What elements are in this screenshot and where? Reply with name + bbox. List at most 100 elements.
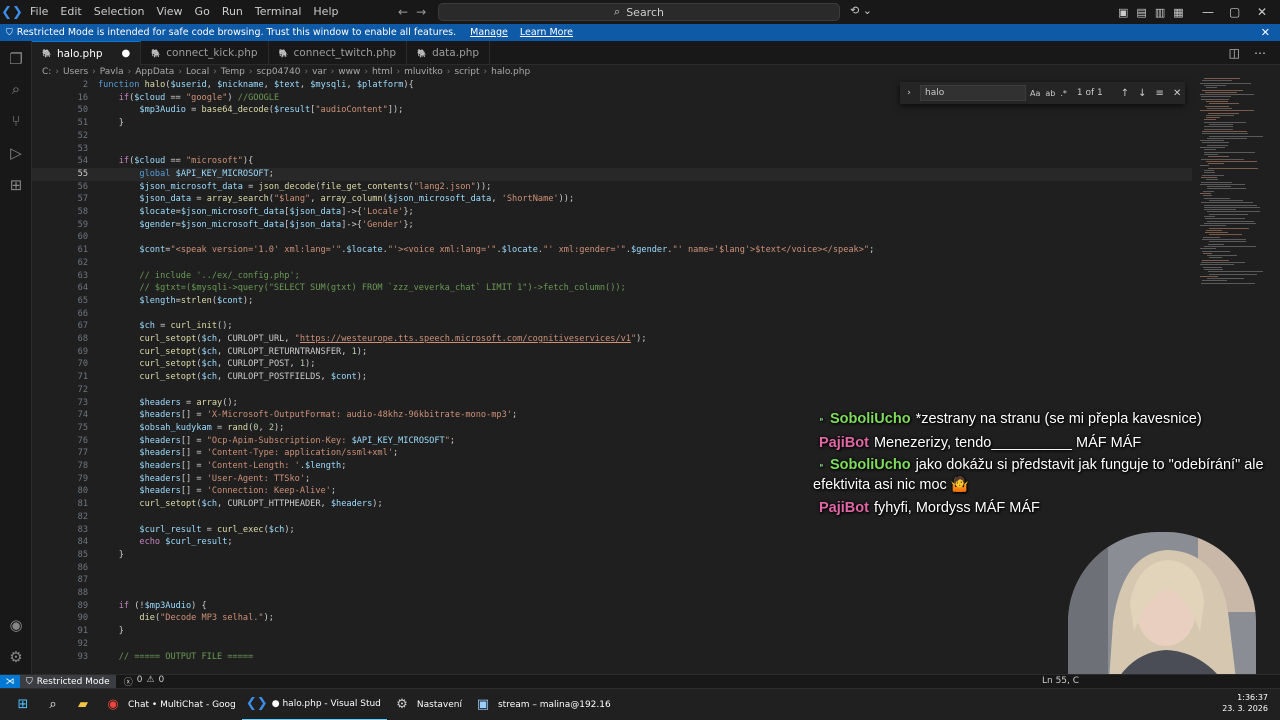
code-line[interactable]: 60 [32, 231, 1192, 244]
taskbar-item[interactable]: ❮❯ ● halo.php - Visual Stud [241, 689, 387, 720]
breadcrumb-item[interactable]: scp04740 [256, 67, 300, 77]
customize-layout-icon[interactable]: ▦ [1173, 6, 1183, 19]
code-line[interactable]: 64 // $gtxt=($mysqli->query("SELECT SUM(… [32, 282, 1192, 295]
code-line[interactable]: 63 // include '../ex/_config.php'; [32, 270, 1192, 283]
find-in-selection-icon[interactable]: ≡ [1156, 88, 1164, 99]
menu-file[interactable]: File [24, 0, 54, 24]
breadcrumb-item[interactable]: var [312, 67, 327, 77]
explorer-icon[interactable]: ❐ [0, 47, 32, 71]
menu-view[interactable]: View [150, 0, 188, 24]
code-line[interactable]: 73 $headers = array(); [32, 397, 1192, 410]
menu-edit[interactable]: Edit [54, 0, 87, 24]
run-debug-icon[interactable]: ▷ [0, 141, 32, 165]
next-match-arrow-icon[interactable]: ↓ [1138, 88, 1146, 99]
breadcrumb-item[interactable]: mluvitko [404, 67, 443, 77]
code-line[interactable]: 68 curl_setopt($ch, CURLOPT_URL, "https:… [32, 333, 1192, 346]
breadcrumb-item[interactable]: Local [186, 67, 209, 77]
system-clock[interactable]: 1:36:37 23. 3. 2026 [1222, 692, 1268, 714]
menu-help[interactable]: Help [307, 0, 344, 24]
code-line[interactable]: 61 $cont="<speak version='1.0' xml:lang=… [32, 244, 1192, 257]
code-line[interactable]: 67 $ch = curl_init(); [32, 320, 1192, 333]
copilot-icon[interactable]: ⟲ ⌄ [850, 4, 872, 17]
code-line[interactable]: 54 if($cloud == "microsoft"){ [32, 155, 1192, 168]
extensions-icon[interactable]: ⊞ [0, 173, 32, 197]
search-icon[interactable]: ⌕ [0, 77, 32, 101]
code-line[interactable]: 88 [32, 587, 1192, 600]
toggle-replace-chevron-icon[interactable]: › [900, 88, 918, 98]
taskbar-item[interactable]: ▣ stream – malina@192.16 [468, 689, 617, 720]
code-line[interactable]: 50 $mp3Audio = base64_decode($result["au… [32, 104, 1192, 117]
problems-indicator[interactable]: ⓧ 0 ⚠ 0 [124, 675, 165, 688]
code-line[interactable]: 65 $length=strlen($cont); [32, 295, 1192, 308]
code-line[interactable]: 72 [32, 384, 1192, 397]
code-line[interactable]: 83 $curl_result = curl_exec($ch); [32, 524, 1192, 537]
code-line[interactable]: 66 [32, 308, 1192, 321]
menu-run[interactable]: Run [216, 0, 249, 24]
code-line[interactable]: 62 [32, 257, 1192, 270]
code-line[interactable]: 59 $gender=$json_microsoft_data[$json_da… [32, 219, 1192, 232]
breadcrumb-item[interactable]: Pavla [100, 67, 124, 77]
taskbar-item[interactable]: ⚙ Nastavení [387, 689, 468, 720]
code-line[interactable]: 93 // ===== OUTPUT FILE ===== [32, 651, 1192, 664]
taskbar-item[interactable]: ▰ [68, 689, 98, 720]
code-line[interactable]: 85 } [32, 549, 1192, 562]
remote-indicator-icon[interactable]: ⋊ [0, 674, 20, 689]
code-line[interactable]: 70 curl_setopt($ch, CURLOPT_POST, 1); [32, 358, 1192, 371]
tab-data-php[interactable]: 🐘 data.php [407, 41, 491, 65]
breadcrumb-item[interactable]: Users [63, 67, 88, 77]
breadcrumb-item[interactable]: halo.php [491, 67, 530, 77]
previous-match-arrow-icon[interactable]: ↑ [1121, 88, 1129, 99]
code-line[interactable]: 89 if (!$mp3Audio) { [32, 600, 1192, 613]
code-line[interactable]: 90 die("Decode MP3 selhal."); [32, 612, 1192, 625]
match-case-toggle[interactable]: Aa [1030, 89, 1040, 98]
code-line[interactable]: 92 [32, 638, 1192, 651]
code-line[interactable]: 55 global $API_KEY_MICROSOFT; [32, 167, 1192, 181]
unsaved-dot-icon[interactable]: ● [122, 48, 131, 59]
minimize-icon[interactable]: — [1202, 0, 1214, 24]
code-line[interactable]: 84 echo $curl_result; [32, 536, 1192, 549]
breadcrumb-item[interactable]: Temp [221, 67, 245, 77]
manage-link[interactable]: Manage [470, 27, 508, 38]
breadcrumb-item[interactable]: www [338, 67, 360, 77]
account-icon[interactable]: ◉ [0, 613, 32, 637]
breadcrumb-item[interactable]: AppData [135, 67, 174, 77]
code-line[interactable]: 69 curl_setopt($ch, CURLOPT_RETURNTRANSF… [32, 346, 1192, 359]
menu-go[interactable]: Go [189, 0, 216, 24]
split-editor-icon[interactable]: ◫ [1229, 46, 1240, 60]
close-banner-icon[interactable]: ✕ [1261, 24, 1270, 41]
maximize-icon[interactable]: ▢ [1229, 0, 1240, 24]
breadcrumb-item[interactable]: html [372, 67, 393, 77]
breadcrumb-item[interactable]: script [454, 67, 479, 77]
code-line[interactable]: 71 curl_setopt($ch, CURLOPT_POSTFIELDS, … [32, 371, 1192, 384]
code-line[interactable]: 51 } [32, 117, 1192, 130]
minimap[interactable] [1196, 78, 1276, 298]
code-line[interactable]: 56 $json_microsoft_data = json_decode(fi… [32, 181, 1192, 194]
menu-terminal[interactable]: Terminal [249, 0, 308, 24]
command-center-search[interactable]: ⌕ Search [438, 3, 840, 21]
toggle-primary-sidebar-icon[interactable]: ▣ [1118, 6, 1128, 19]
manage-gear-icon[interactable]: ⚙ [0, 645, 32, 669]
find-input[interactable]: halo [920, 85, 1026, 101]
code-line[interactable]: 53 [32, 143, 1192, 156]
source-control-icon[interactable]: ⑂ [0, 109, 32, 133]
whole-word-toggle[interactable]: ab [1045, 89, 1055, 98]
taskbar-item[interactable]: ⌕ [38, 689, 68, 720]
breadcrumb-item[interactable]: C: [42, 67, 51, 77]
back-arrow-icon[interactable]: ← [398, 5, 408, 19]
taskbar-item[interactable]: ⊞ [8, 689, 38, 720]
menu-selection[interactable]: Selection [88, 0, 151, 24]
regex-toggle[interactable]: .* [1060, 89, 1067, 98]
toggle-secondary-sidebar-icon[interactable]: ▥ [1155, 6, 1165, 19]
code-line[interactable]: 52 [32, 130, 1192, 143]
code-line[interactable]: 91 } [32, 625, 1192, 638]
close-window-icon[interactable]: ✕ [1257, 0, 1267, 24]
tab-halo-php[interactable]: 🐘 halo.php ● [32, 41, 142, 65]
code-line[interactable]: 87 [32, 574, 1192, 587]
restricted-mode-status[interactable]: ⛉ Restricted Mode [20, 674, 116, 689]
more-actions-icon[interactable]: ⋯ [1254, 46, 1266, 60]
toggle-panel-icon[interactable]: ▤ [1136, 6, 1146, 19]
forward-arrow-icon[interactable]: → [416, 5, 426, 19]
code-line[interactable]: 58 $locate=$json_microsoft_data[$json_da… [32, 206, 1192, 219]
code-line[interactable]: 57 $json_data = array_search("$lang", ar… [32, 193, 1192, 206]
learn-more-link[interactable]: Learn More [520, 27, 573, 38]
